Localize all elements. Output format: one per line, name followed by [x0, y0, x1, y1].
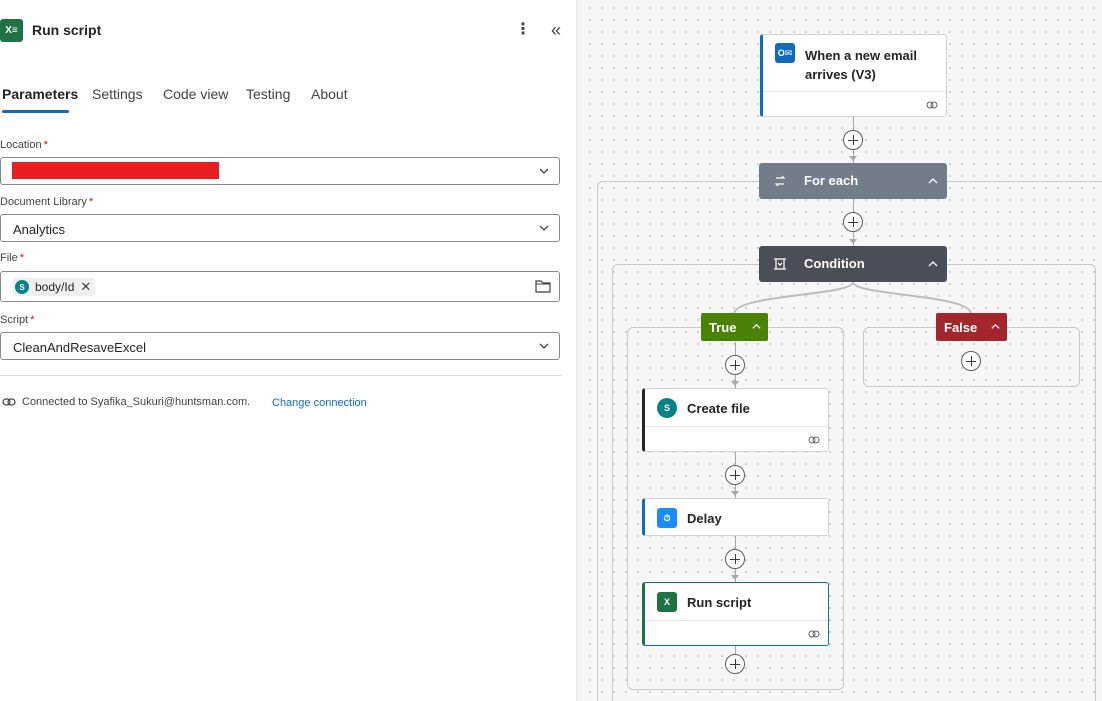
sharepoint-icon: S — [657, 398, 677, 418]
timer-icon: ⏱ — [657, 508, 677, 528]
chevron-up-icon[interactable] — [927, 258, 939, 270]
sharepoint-icon: S — [15, 280, 29, 294]
required-mark: * — [43, 139, 48, 151]
location-label-text: Location — [0, 139, 42, 151]
card-footer — [645, 620, 828, 645]
doclib-value: Analytics — [13, 222, 66, 237]
add-step-icon[interactable] — [843, 130, 863, 150]
chevron-down-icon — [539, 168, 549, 174]
add-step-icon[interactable] — [725, 465, 745, 485]
arrow-down — [849, 156, 857, 161]
tab-testing[interactable]: Testing — [246, 86, 290, 102]
location-dropdown[interactable] — [0, 157, 560, 185]
remove-token-icon[interactable]: ✕ — [80, 279, 91, 295]
chevron-up-icon[interactable] — [990, 321, 1001, 332]
for-each-header[interactable]: For each — [759, 163, 947, 199]
condition-header[interactable]: Condition — [759, 246, 947, 282]
required-mark: * — [88, 196, 94, 208]
doclib-label-text: Document Library — [0, 196, 87, 208]
flow-canvas[interactable]: O✉ When a new email arrives (V3) For eac… — [580, 0, 1102, 701]
script-dropdown[interactable]: CleanAndResaveExcel — [0, 332, 560, 360]
section-divider — [0, 375, 562, 376]
arrow-down — [731, 575, 739, 580]
chevron-up-icon[interactable] — [927, 175, 939, 187]
connection-status: Connected to Syafika_Sukuri@huntsman.com… — [22, 396, 251, 408]
file-token-label: body/Id — [35, 280, 75, 294]
excel-icon: X≡ — [0, 19, 23, 42]
tab-code-view[interactable]: Code view — [163, 86, 228, 102]
properties-panel: X≡ Run script ⋮ « Parameters Settings Co… — [0, 0, 576, 701]
excel-icon: X — [657, 592, 677, 612]
run-script-title: Run script — [687, 595, 752, 610]
active-tab-indicator — [2, 110, 69, 113]
for-each-label: For each — [804, 173, 859, 188]
required-mark: * — [19, 252, 25, 264]
outlook-icon: O✉ — [775, 43, 795, 63]
trigger-title-line2: arrives (V3) — [805, 67, 876, 82]
true-branch-tag[interactable]: True — [701, 313, 768, 341]
link-icon — [808, 630, 820, 638]
false-label: False — [944, 320, 978, 335]
create-file-title: Create file — [687, 401, 750, 416]
chevron-down-icon — [539, 225, 549, 231]
run-script-card[interactable]: X Run script — [642, 582, 829, 646]
doclib-label: Document Library * — [0, 196, 93, 208]
tab-settings[interactable]: Settings — [92, 86, 143, 102]
file-input[interactable]: S body/Id ✕ — [0, 271, 560, 302]
tab-parameters[interactable]: Parameters — [2, 86, 78, 102]
script-label-text: Script — [0, 314, 29, 326]
create-file-card[interactable]: S Create file — [642, 388, 829, 452]
collapse-panel-icon[interactable]: « — [545, 20, 567, 40]
file-label: File * — [0, 252, 24, 264]
condition-icon — [774, 258, 786, 270]
doclib-dropdown[interactable]: Analytics — [0, 214, 560, 242]
panel-title: Run script — [32, 22, 102, 38]
trigger-card[interactable]: O✉ When a new email arrives (V3) — [760, 34, 947, 117]
script-value: CleanAndResaveExcel — [13, 340, 146, 355]
add-step-icon[interactable] — [725, 355, 745, 375]
change-connection-link[interactable]: Change connection — [272, 397, 367, 409]
false-branch-tag[interactable]: False — [936, 313, 1007, 341]
delay-title: Delay — [687, 511, 722, 526]
connector-line — [735, 646, 736, 654]
true-label: True — [709, 320, 737, 335]
arrow-down — [849, 239, 857, 244]
condition-label: Condition — [804, 256, 865, 271]
add-step-icon[interactable] — [725, 549, 745, 569]
tab-about[interactable]: About — [311, 86, 348, 102]
script-label: Script * — [0, 314, 34, 326]
folder-icon[interactable] — [535, 279, 551, 293]
trigger-title-line1: When a new email — [805, 48, 917, 63]
chevron-down-icon — [539, 343, 549, 349]
delay-card[interactable]: ⏱ Delay — [642, 498, 829, 536]
arrow-down — [731, 381, 739, 386]
card-footer — [645, 426, 828, 451]
required-mark: * — [30, 314, 35, 326]
link-icon — [808, 436, 820, 444]
arrow-down — [731, 491, 739, 496]
file-token-chip[interactable]: S body/Id ✕ — [13, 278, 96, 296]
add-step-icon[interactable] — [725, 654, 745, 674]
location-label: Location * — [0, 139, 48, 151]
trigger-title: When a new email arrives (V3) — [805, 46, 917, 84]
chevron-up-icon[interactable] — [751, 321, 762, 332]
add-step-icon[interactable] — [843, 212, 863, 232]
redacted-location-value — [12, 162, 219, 179]
loop-icon — [774, 175, 786, 187]
file-label-text: File — [0, 252, 18, 264]
card-footer — [763, 91, 946, 116]
more-options-icon[interactable]: ⋮ — [513, 20, 533, 40]
connection-icon — [2, 398, 16, 406]
add-step-icon[interactable] — [961, 351, 981, 371]
link-icon — [926, 101, 938, 109]
